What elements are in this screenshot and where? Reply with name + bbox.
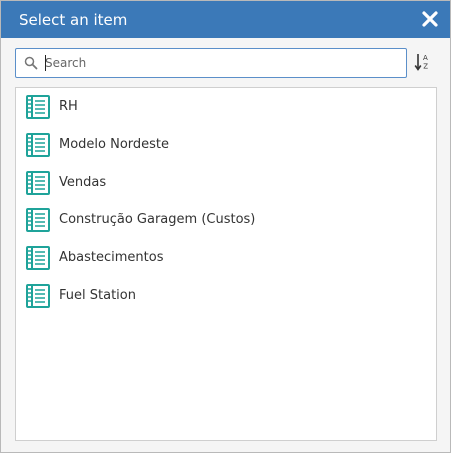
report-book-icon [26,284,50,308]
sort-button[interactable]: A Z [414,52,432,72]
list-item-label: Construção Garagem (Custos) [59,212,256,227]
svg-text:Z: Z [423,63,428,71]
list-item-label: Abastecimentos [59,250,164,265]
list-item[interactable]: Fuel Station [16,278,436,314]
text-cursor [45,55,46,71]
list-item[interactable]: RH [16,89,436,125]
report-book-icon [26,133,50,157]
sort-alpha-icon: A Z [414,54,428,71]
list-item-label: Vendas [59,175,107,190]
search-input[interactable] [45,52,395,74]
close-icon [422,11,438,27]
svg-text:A: A [423,54,428,62]
item-list[interactable]: RH Modelo Nordeste Vendas Construção Gar… [15,87,437,441]
list-item-label: Fuel Station [59,288,136,303]
list-item[interactable]: Vendas [16,165,436,201]
list-item[interactable]: Abastecimentos [16,240,436,276]
close-button[interactable] [420,9,440,29]
report-book-icon [26,208,50,232]
list-item-label: RH [59,99,78,114]
report-book-icon [26,246,50,270]
report-book-icon [26,95,50,119]
list-item[interactable]: Construção Garagem (Custos) [16,202,436,238]
report-book-icon [26,171,50,195]
search-field[interactable] [15,48,407,78]
search-icon [24,56,38,70]
dialog-titlebar: Select an item [1,1,450,38]
select-item-dialog: Select an item A Z RH [0,0,451,453]
list-item[interactable]: Modelo Nordeste [16,127,436,163]
dialog-title: Select an item [19,11,128,29]
list-item-label: Modelo Nordeste [59,137,170,152]
